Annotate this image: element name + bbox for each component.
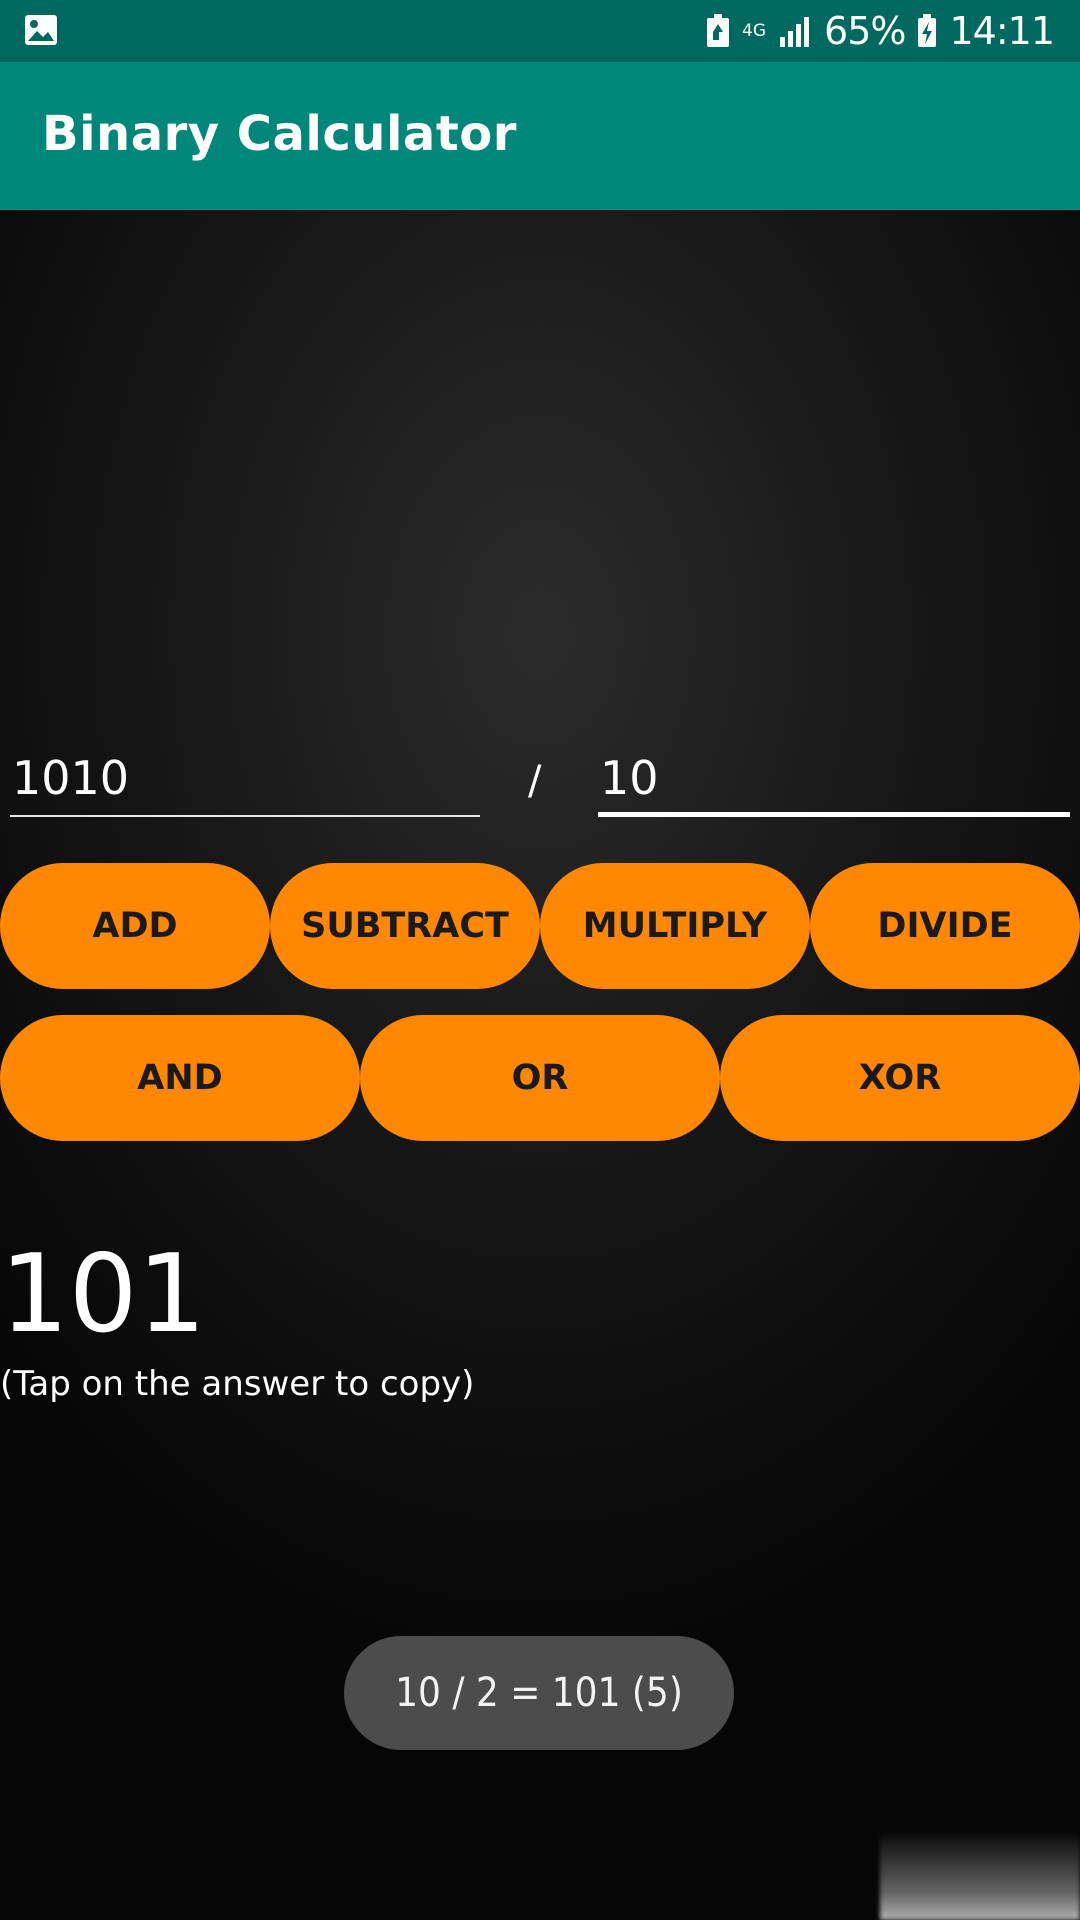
signal-icon bbox=[778, 15, 812, 47]
first-number-value: 1010 bbox=[12, 751, 130, 805]
battery-percent: 65% bbox=[824, 9, 906, 53]
divide-button[interactable]: DIVIDE bbox=[810, 863, 1080, 989]
battery-charging-icon bbox=[917, 14, 937, 48]
and-button[interactable]: AND bbox=[0, 1015, 360, 1141]
add-button[interactable]: ADD bbox=[0, 863, 270, 989]
app-bar: Binary Calculator bbox=[0, 62, 1080, 210]
copy-hint: (Tap on the answer to copy) bbox=[0, 1364, 475, 1404]
operator-label: / bbox=[528, 758, 542, 804]
subtract-button[interactable]: SUBTRACT bbox=[270, 863, 540, 989]
second-number-input[interactable]: 10 bbox=[598, 745, 1070, 817]
image-icon bbox=[24, 14, 58, 51]
clock: 14:11 bbox=[949, 9, 1055, 53]
result-value[interactable]: 101 bbox=[0, 1240, 206, 1350]
battery-saver-icon bbox=[706, 14, 730, 48]
status-icons: 4G 65% 14:11 bbox=[706, 0, 1055, 62]
or-button[interactable]: OR bbox=[360, 1015, 720, 1141]
toast-message: 10 / 2 = 101 (5) bbox=[344, 1636, 734, 1750]
second-number-value: 10 bbox=[600, 751, 659, 805]
status-bar: 4G 65% 14:11 bbox=[0, 0, 1080, 62]
multiply-button[interactable]: MULTIPLY bbox=[540, 863, 810, 989]
app-title: Binary Calculator bbox=[42, 106, 517, 162]
first-number-input[interactable]: 1010 bbox=[10, 745, 480, 817]
screen: 4G 65% 14:11 Binary Calculator 1010 / 10… bbox=[0, 0, 1080, 1920]
network-type: 4G bbox=[742, 21, 767, 41]
xor-button[interactable]: XOR bbox=[720, 1015, 1080, 1141]
watermark bbox=[880, 1830, 1080, 1920]
